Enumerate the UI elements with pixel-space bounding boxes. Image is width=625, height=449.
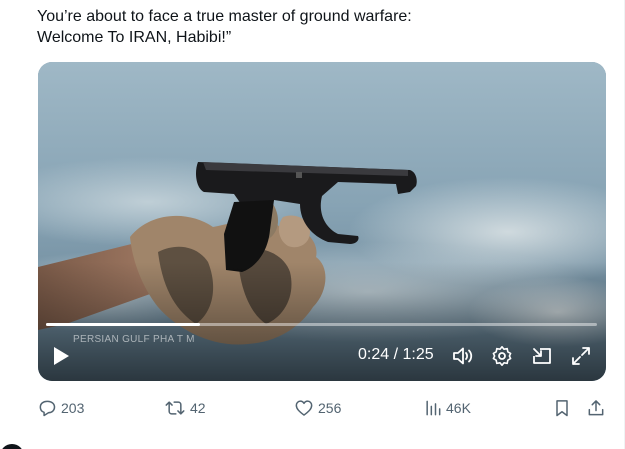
- fullscreen-icon: [572, 347, 590, 365]
- view-count: 46K: [446, 400, 471, 416]
- share-button[interactable]: [586, 396, 606, 420]
- bookmark-icon: [556, 400, 568, 417]
- settings-button[interactable]: [490, 344, 514, 368]
- views-chart-icon: [426, 400, 441, 416]
- reply-count: 203: [61, 400, 85, 416]
- tweet-text-line-1: You’re about to face a true master of gr…: [37, 8, 412, 25]
- repost-icon: [165, 401, 185, 415]
- video-progress-bar[interactable]: [46, 323, 597, 326]
- gear-icon: [492, 346, 512, 366]
- picture-in-picture-button[interactable]: [530, 344, 554, 368]
- reply-icon: [39, 400, 56, 417]
- play-icon: [54, 347, 69, 365]
- share-icon: [588, 400, 604, 416]
- next-post-avatar[interactable]: [0, 444, 24, 449]
- heart-icon: [295, 400, 313, 416]
- volume-button[interactable]: [451, 344, 475, 368]
- like-button[interactable]: 256: [294, 396, 341, 420]
- repost-button[interactable]: 42: [164, 396, 206, 420]
- tweet-text: You’re about to face a true master of gr…: [37, 6, 597, 48]
- fullscreen-button[interactable]: [569, 344, 593, 368]
- views-button[interactable]: 46K: [424, 396, 471, 420]
- video-controls: 0:24 / 1:25: [38, 338, 606, 374]
- video-time-display: 0:24 / 1:25: [358, 346, 434, 363]
- tweet-actions: 203 42 256 46K: [0, 394, 625, 422]
- bookmark-button[interactable]: [552, 396, 572, 420]
- play-button[interactable]: [50, 344, 72, 368]
- like-count: 256: [318, 400, 342, 416]
- volume-icon: [453, 347, 473, 365]
- repost-count: 42: [190, 400, 206, 416]
- tweet-text-line-2: Welcome To IRAN, Habibi!”: [37, 29, 232, 46]
- video-player[interactable]: PERSIAN GULF PHA T M 0:24 / 1:25: [38, 62, 606, 381]
- video-progress-fill: [46, 323, 201, 326]
- picture-in-picture-icon: [533, 348, 551, 364]
- reply-button[interactable]: 203: [37, 396, 84, 420]
